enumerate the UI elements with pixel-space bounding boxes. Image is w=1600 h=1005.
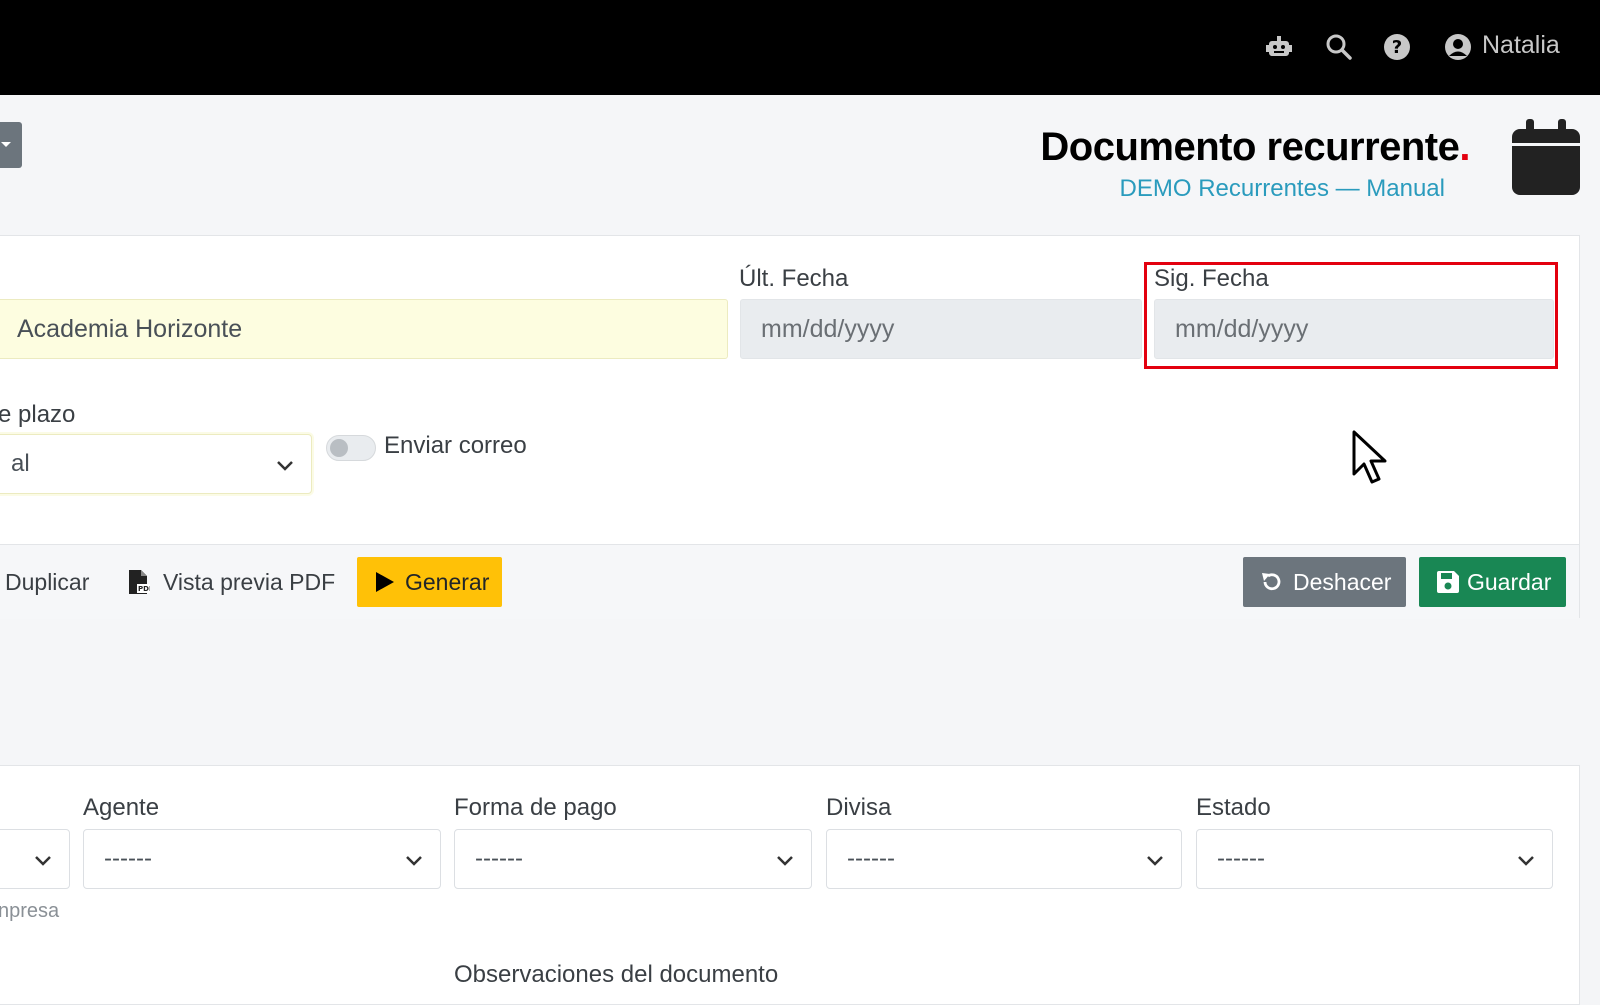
currency-value: ------ bbox=[847, 845, 895, 872]
currency-label: Divisa bbox=[826, 794, 892, 821]
chevron-down-icon bbox=[277, 461, 293, 471]
status-select[interactable]: ------ bbox=[1196, 829, 1553, 889]
agent-label: Agente bbox=[83, 794, 160, 821]
actions-bar: Duplicar PDF Vista previa PDF Generar bbox=[0, 544, 1579, 619]
top-navbar: ? Natalia bbox=[0, 0, 1600, 95]
save-label: Guardar bbox=[1467, 569, 1552, 595]
undo-icon bbox=[1262, 573, 1281, 591]
chevron-down-icon bbox=[406, 856, 422, 866]
play-icon bbox=[376, 572, 394, 592]
payment-method-select[interactable]: ------ bbox=[454, 829, 812, 889]
chevron-down-icon bbox=[1147, 856, 1163, 866]
save-button[interactable]: Guardar bbox=[1419, 557, 1566, 607]
term-select[interactable]: al bbox=[0, 434, 312, 494]
client-field[interactable]: Academia Horizonte bbox=[0, 299, 728, 359]
send-email-toggle[interactable] bbox=[326, 435, 376, 461]
svg-text:?: ? bbox=[1392, 37, 1402, 58]
floppy-disk-icon bbox=[1437, 571, 1459, 593]
preview-pdf-button[interactable]: PDF Vista previa PDF bbox=[128, 557, 335, 607]
agent-value: ------ bbox=[104, 845, 152, 872]
page-title: Documento recurrente. bbox=[1040, 125, 1470, 169]
last-date-label: Últ. Fecha bbox=[739, 265, 849, 292]
term-label: e plazo bbox=[0, 401, 76, 428]
generate-label: Generar bbox=[405, 569, 490, 595]
last-date-input[interactable]: mm/dd/yyyy bbox=[740, 299, 1142, 359]
duplicate-button[interactable]: Duplicar bbox=[5, 557, 89, 607]
notes-label: Observaciones del documento bbox=[454, 961, 779, 988]
chevron-down-icon bbox=[35, 856, 51, 866]
pdf-file-icon: PDF bbox=[129, 570, 150, 594]
preview-pdf-label: Vista previa PDF bbox=[163, 569, 336, 595]
details-card: npresa Agente ------ Forma de pago -----… bbox=[0, 765, 1580, 1005]
undo-button[interactable]: Deshacer bbox=[1243, 557, 1406, 607]
page-content: Documento recurrente. DEMO Recurrentes —… bbox=[0, 95, 1600, 1005]
status-value: ------ bbox=[1217, 845, 1265, 872]
company-select[interactable] bbox=[0, 829, 70, 889]
generate-button[interactable]: Generar bbox=[357, 557, 502, 607]
chevron-down-icon bbox=[1518, 856, 1534, 866]
undo-label: Deshacer bbox=[1293, 569, 1392, 595]
term-value: al bbox=[11, 450, 30, 477]
payment-method-label: Forma de pago bbox=[454, 794, 617, 821]
user-icon[interactable] bbox=[1444, 33, 1472, 61]
currency-select[interactable]: ------ bbox=[826, 829, 1182, 889]
calendar-icon bbox=[1512, 119, 1580, 195]
sidebar-toggle-button[interactable] bbox=[0, 122, 22, 168]
robot-icon[interactable] bbox=[1265, 33, 1293, 61]
agent-select[interactable]: ------ bbox=[83, 829, 441, 889]
user-name[interactable]: Natalia bbox=[1482, 31, 1560, 60]
send-email-label[interactable]: Enviar correo bbox=[384, 432, 527, 460]
payment-method-value: ------ bbox=[475, 845, 523, 872]
company-help-text: npresa bbox=[0, 900, 60, 922]
mouse-cursor-icon bbox=[1352, 430, 1387, 484]
last-date-placeholder: mm/dd/yyyy bbox=[761, 315, 895, 343]
chevron-down-icon bbox=[777, 856, 793, 866]
page-subtitle[interactable]: DEMO Recurrentes — Manual bbox=[1120, 175, 1445, 203]
next-date-highlight bbox=[1144, 262, 1558, 369]
toggle-knob bbox=[330, 439, 348, 457]
client-value: Academia Horizonte bbox=[17, 315, 243, 343]
svg-text:PDF: PDF bbox=[138, 585, 150, 593]
status-label: Estado bbox=[1196, 794, 1271, 821]
search-icon[interactable] bbox=[1325, 33, 1353, 61]
help-icon[interactable]: ? bbox=[1383, 33, 1411, 61]
